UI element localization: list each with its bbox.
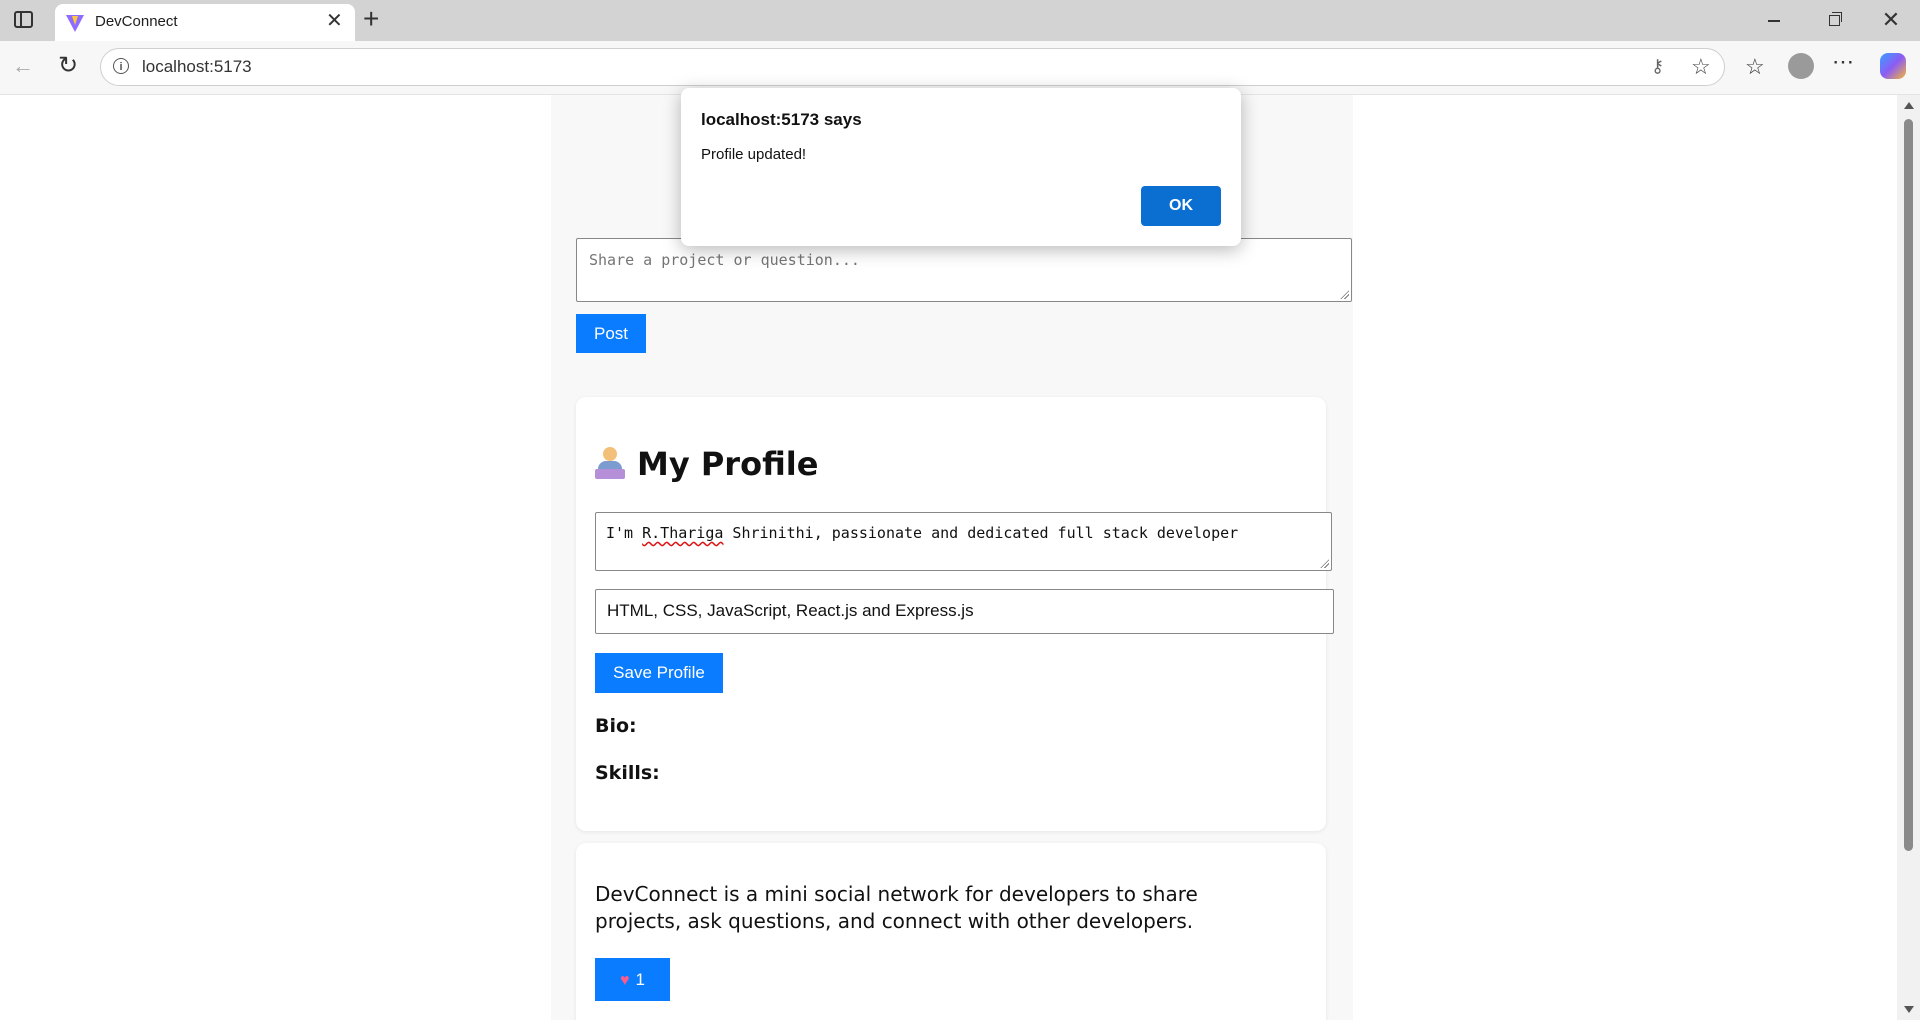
skills-input[interactable]: HTML, CSS, JavaScript, React.js and Expr…: [595, 589, 1334, 634]
resize-grip-icon[interactable]: [1340, 290, 1349, 299]
skills-label: Skills:: [595, 762, 660, 784]
profile-card: My Profile I'm R.Thariga Shrinithi, pass…: [576, 397, 1334, 831]
minimize-icon[interactable]: [1759, 8, 1789, 32]
bio-text-rest: Shrinithi, passionate and dedicated full…: [723, 524, 1239, 542]
scroll-thumb[interactable]: [1904, 119, 1913, 851]
like-count: 1: [635, 970, 645, 989]
post-text: DevConnect is a mini social network for …: [595, 882, 1198, 933]
post-button[interactable]: Post: [576, 314, 646, 353]
profile-heading: My Profile: [595, 445, 818, 483]
post-card: DevConnect is a mini social network for …: [576, 843, 1326, 1020]
tab-devconnect[interactable]: DevConnect ✕: [55, 4, 355, 41]
technologist-emoji-icon: [595, 445, 625, 479]
favorites-icon[interactable]: ☆: [1745, 54, 1765, 80]
key-icon[interactable]: ⚷: [1651, 56, 1664, 77]
sidebar-toggle-icon[interactable]: [14, 11, 33, 28]
restore-icon[interactable]: [1819, 8, 1849, 32]
back-icon[interactable]: ←: [12, 53, 34, 79]
scroll-up-icon[interactable]: [1904, 102, 1914, 109]
dialog-ok-button[interactable]: OK: [1141, 186, 1221, 226]
spellcheck-word: R.Thariga: [642, 524, 724, 542]
window-close-icon[interactable]: ✕: [1876, 8, 1906, 32]
new-post-textarea[interactable]: Share a project or question...: [576, 238, 1352, 302]
site-info-icon[interactable]: i: [113, 58, 129, 74]
resize-grip-icon[interactable]: [1320, 559, 1329, 568]
more-options-icon[interactable]: ⋯: [1832, 49, 1854, 75]
alert-dialog: localhost:5173 says Profile updated! OK: [681, 88, 1241, 246]
tab-close-icon[interactable]: ✕: [326, 10, 343, 32]
tab-strip: DevConnect ✕ + ✕: [0, 0, 1920, 41]
heart-icon: ♥: [620, 972, 630, 989]
vite-logo-icon: [66, 15, 84, 32]
favorite-star-icon[interactable]: ☆: [1691, 54, 1711, 80]
bio-text-prefix: I'm: [606, 524, 643, 542]
reload-icon[interactable]: ↻: [58, 51, 78, 80]
save-profile-button[interactable]: Save Profile: [595, 653, 723, 693]
scroll-down-icon[interactable]: [1904, 1006, 1914, 1013]
bio-textarea[interactable]: I'm R.Thariga Shrinithi, passionate and …: [595, 512, 1332, 571]
copilot-icon[interactable]: [1880, 53, 1906, 79]
browser-toolbar: ← ↻ i localhost:5173 ⚷ ☆ ☆ ⋯: [0, 41, 1920, 95]
bio-label: Bio:: [595, 715, 637, 737]
profile-title: My Profile: [637, 445, 819, 483]
dialog-title: localhost:5173 says: [701, 110, 862, 129]
tab-title: DevConnect: [95, 13, 178, 30]
new-tab-icon[interactable]: +: [363, 4, 379, 34]
url-text[interactable]: localhost:5173: [142, 57, 252, 77]
profile-avatar-icon[interactable]: [1788, 53, 1814, 79]
dialog-message: Profile updated!: [701, 146, 807, 163]
address-bar[interactable]: i localhost:5173 ⚷ ☆: [100, 48, 1725, 86]
like-button[interactable]: ♥ 1: [595, 958, 670, 1001]
page-scrollbar[interactable]: [1897, 95, 1920, 1020]
post-placeholder: Share a project or question...: [589, 251, 860, 269]
